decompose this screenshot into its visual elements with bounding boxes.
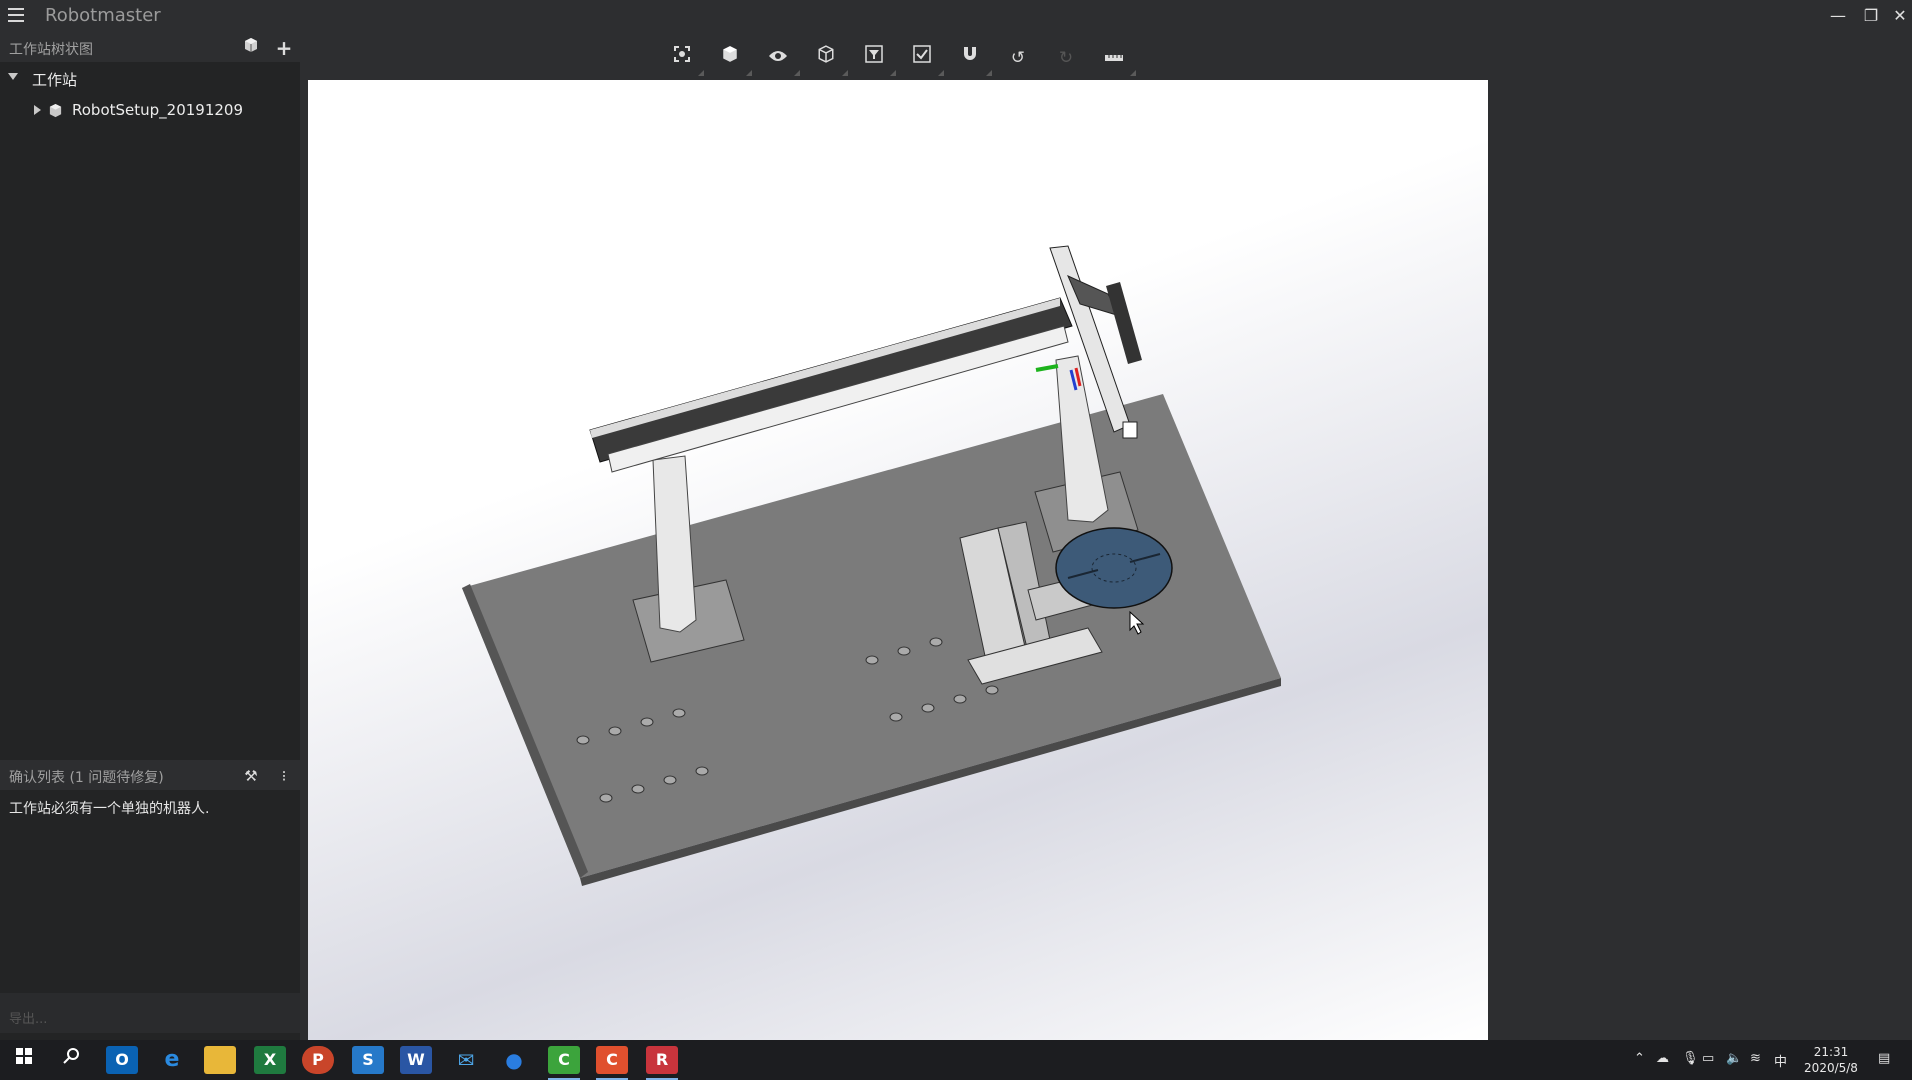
solid-cube-icon[interactable] [716,44,752,76]
search-icon[interactable] [56,1046,88,1074]
robot-cell-scene [462,245,1281,886]
taskbar: O e X P S W ✉ ● C C R ⌃ ☁ 🎙 ▭ 🔈 ≋ 中 ▤ [0,1040,1912,1080]
file-explorer-icon[interactable] [204,1046,236,1074]
cube-icon[interactable] [240,37,262,59]
battery-icon[interactable]: ▭ [1702,1051,1714,1066]
close-button[interactable]: ✕ [1886,4,1912,28]
ime-indicator[interactable]: 中 [1774,1051,1787,1070]
tree-item-robotsetup[interactable]: RobotSetup_20191209 [0,96,300,126]
tree-item-label: RobotSetup_20191209 [72,101,244,119]
eye-icon[interactable] [764,44,800,76]
turntable [1055,527,1173,609]
outlook-icon[interactable]: O [106,1046,138,1074]
redo-icon[interactable]: ↻ [1052,44,1080,72]
package-icon [48,103,63,122]
s-app-icon[interactable]: S [352,1046,384,1074]
wifi-icon[interactable]: ≋ [1750,1051,1761,1066]
tree-panel-title: 工作站树状图 [9,42,93,58]
issue-message: 工作站必须有一个单独的机器人. [9,801,210,817]
hammer-icon[interactable]: ⚒ [240,765,262,787]
maps-icon[interactable]: ● [498,1046,530,1074]
magnet-icon[interactable] [956,44,992,76]
fit-view-icon[interactable] [668,44,704,76]
microphone-icon[interactable]: 🎙 [1682,1051,1699,1066]
restore-button[interactable]: ❐ [1857,4,1885,28]
clock[interactable]: 21:31 2020/5/8 [1800,1044,1862,1076]
word-icon[interactable]: W [400,1046,432,1074]
clock-time: 21:31 [1813,1045,1849,1059]
tree-panel-header: 工作站树状图 + [0,32,302,62]
left-panel: 工作站树状图 + 工作站 RobotSetup_20191209 [0,32,302,1044]
tree-item-label: 工作站 [32,71,78,89]
minimize-button[interactable]: — [1824,4,1852,28]
c-app-icon[interactable]: C [596,1046,628,1074]
volume-icon[interactable]: 🔈 [1726,1051,1742,1066]
3d-viewport[interactable] [308,80,1488,1040]
pin-icon[interactable]: ⁝ [273,765,295,787]
clock-date: 2020/5/8 [1804,1061,1858,1075]
app-title: Robotmaster [45,5,161,26]
ruler-icon[interactable] [1100,44,1136,76]
expand-right-icon[interactable] [34,105,41,115]
mail-icon[interactable]: ✉ [450,1046,482,1074]
chevron-up-icon[interactable]: ⌃ [1634,1051,1645,1066]
issues-panel-title: 确认列表 (1 问题待修复) [9,770,164,786]
plus-icon[interactable]: + [273,37,295,59]
issues-panel-header: 确认列表 (1 问题待修复) ⚒ ⁝ [0,760,302,790]
filter-icon[interactable] [860,44,896,76]
undo-icon[interactable]: ↺ [1004,44,1032,72]
edge-icon[interactable]: e [156,1046,188,1074]
expand-down-icon[interactable] [8,73,18,80]
base-plate [462,394,1281,878]
powerpoint-icon[interactable]: P [302,1046,334,1074]
cloud-icon[interactable]: ☁ [1656,1051,1669,1066]
tree-item-workstation[interactable]: 工作站 [0,64,300,94]
checklist-icon[interactable] [908,44,944,76]
wireframe-cube-icon[interactable] [812,44,848,76]
camtasia-icon[interactable]: C [548,1046,580,1074]
export-button[interactable]: 导出... [9,1008,47,1027]
title-bar: Robotmaster — ❐ ✕ [0,0,1912,32]
robotmaster-icon[interactable]: R [646,1046,678,1074]
windows-start-icon[interactable] [8,1046,40,1074]
menu-icon[interactable] [8,8,24,22]
excel-icon[interactable]: X [254,1046,286,1074]
panel-splitter[interactable] [300,32,308,1044]
notification-icon[interactable]: ▤ [1878,1051,1890,1066]
